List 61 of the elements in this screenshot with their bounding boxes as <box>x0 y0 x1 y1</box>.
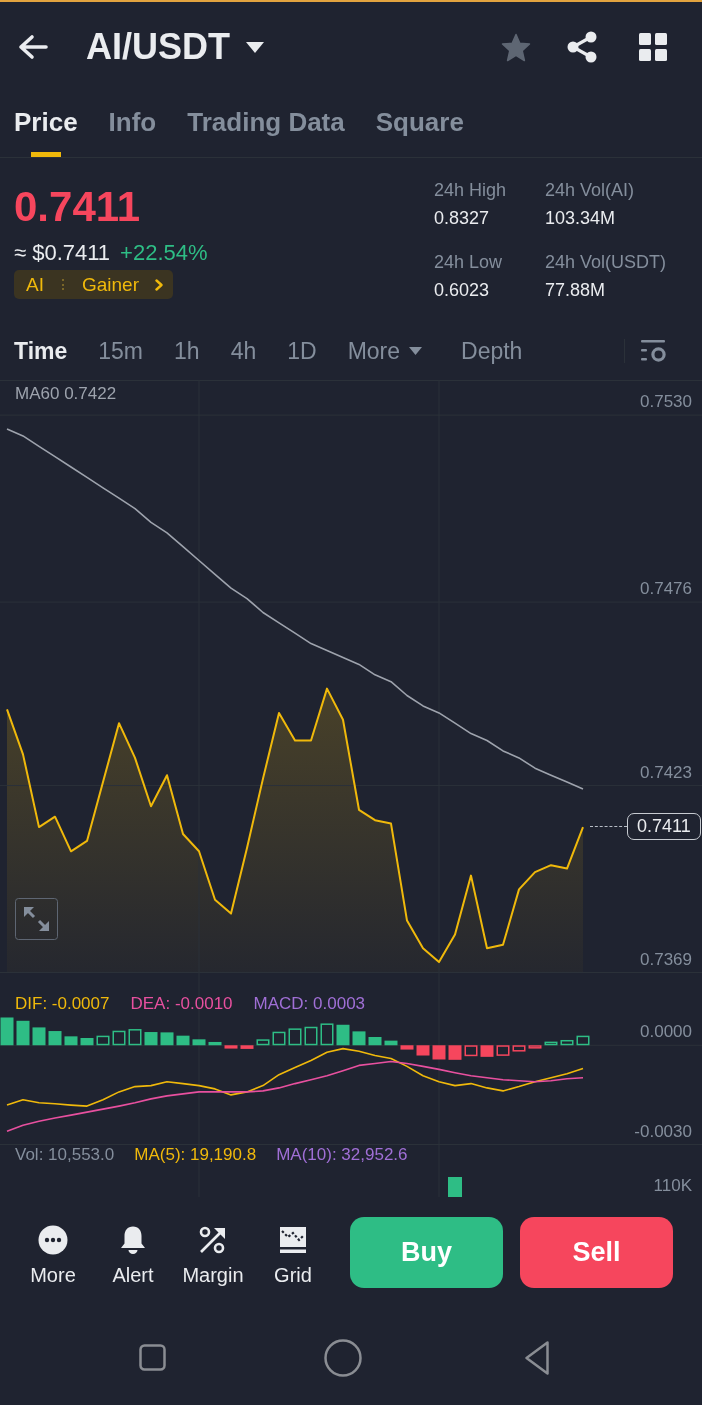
percent-arrow-icon <box>198 1225 228 1255</box>
interval-tab[interactable]: 15m <box>98 337 144 365</box>
caret-down-icon <box>409 347 423 355</box>
bell-icon <box>118 1225 148 1255</box>
grid-icon[interactable] <box>639 33 667 61</box>
settings-icon[interactable] <box>641 339 667 363</box>
stat-label: 24h High <box>434 179 508 202</box>
buy-button[interactable]: Buy <box>350 1217 503 1288</box>
interval-tab[interactable]: 1D <box>287 337 317 365</box>
last-price: 0.7411 <box>14 185 141 229</box>
back-arrow-icon[interactable] <box>18 34 48 60</box>
star-icon[interactable] <box>501 32 531 62</box>
alert-button[interactable]: Alert <box>93 1225 173 1286</box>
price-tag: 0.7411 <box>627 813 701 841</box>
axis-label: 0.7530 <box>640 391 692 414</box>
back-icon[interactable] <box>524 1339 550 1376</box>
indicator-label: MA(10): 32,952.6 <box>276 1145 408 1165</box>
pair-selector[interactable]: AI/USDT <box>86 26 264 68</box>
indicator-label: DEA: -0.0010 <box>130 993 233 1015</box>
grid-button[interactable]: Grid <box>253 1225 333 1286</box>
stat-value: 0.8327 <box>434 207 491 230</box>
more-button[interactable]: More <box>13 1225 93 1286</box>
axis-label: 0.0000 <box>640 1021 692 1044</box>
axis-label: 0.7423 <box>640 761 692 784</box>
caret-down-icon <box>246 41 264 53</box>
axis-label: 0.7476 <box>640 578 692 601</box>
stat-label: 24h Vol(USDT) <box>545 251 668 274</box>
tab[interactable]: Trading Data <box>187 92 345 157</box>
sell-button[interactable]: Sell <box>520 1217 673 1288</box>
interval-tab[interactable]: 1h <box>174 337 200 365</box>
axis-label: 110K <box>653 1175 692 1197</box>
chart-grid-icon <box>278 1225 308 1255</box>
price-change: +22.54% <box>120 241 208 265</box>
volume-bar <box>448 1177 462 1197</box>
axis-label: 0.7369 <box>640 948 692 971</box>
interval-tab[interactable]: 4h <box>230 337 257 365</box>
indicator-label: MACD: 0.0003 <box>253 993 366 1015</box>
stat-label: 24h Low <box>434 251 504 274</box>
stat-label: 24h Vol(AI) <box>545 179 636 202</box>
interval-menu[interactable]: More <box>347 337 423 365</box>
tab[interactable]: Square <box>375 92 464 157</box>
tab[interactable]: Info <box>108 92 157 157</box>
stat-value: 0.6023 <box>434 279 491 302</box>
chevron-right-icon <box>155 278 163 291</box>
view-tab[interactable]: Depth <box>461 337 523 365</box>
stat-value: 77.88M <box>545 279 607 302</box>
stat-value: 103.34M <box>545 207 617 230</box>
indicator-label: MA60 0.7422 <box>15 383 117 405</box>
expand-icon[interactable] <box>15 898 58 940</box>
margin-button[interactable]: Margin <box>173 1225 253 1286</box>
recents-icon[interactable] <box>139 1344 166 1371</box>
usd-price: ≈ $0.7411 <box>14 241 111 265</box>
indicator-label: Vol: 10,553.0 <box>15 1145 115 1165</box>
tag-chip[interactable]: AI Gainer <box>14 270 173 299</box>
ellipsis-icon <box>38 1225 68 1255</box>
interval-tab[interactable]: Time <box>14 337 68 365</box>
indicator-label: MA(5): 19,190.8 <box>134 1145 257 1165</box>
home-icon[interactable] <box>324 1338 362 1377</box>
indicator-label: DIF: -0.0007 <box>15 993 110 1015</box>
share-icon[interactable] <box>567 31 597 63</box>
axis-label: -0.0030 <box>634 1120 692 1143</box>
